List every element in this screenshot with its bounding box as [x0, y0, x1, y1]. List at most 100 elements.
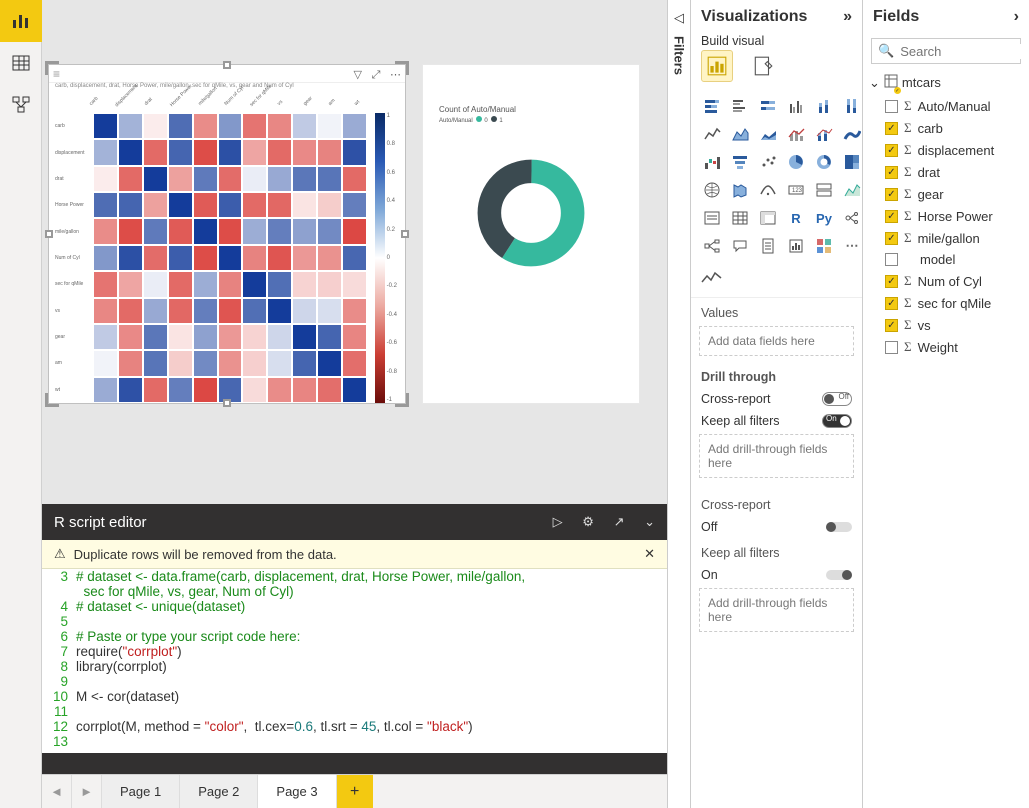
focus-mode-icon[interactable]: ⤢ — [372, 69, 381, 81]
fields-search[interactable]: 🔍 — [871, 38, 1021, 64]
r-code-area[interactable]: 3# dataset <- data.frame(carb, displacem… — [42, 569, 667, 753]
viz-type-table[interactable] — [728, 206, 752, 230]
filter-icon[interactable]: ▽ — [353, 69, 361, 81]
viz-type-funnel[interactable] — [728, 150, 752, 174]
field-checkbox[interactable] — [885, 166, 898, 179]
field-row[interactable]: ΣNum of Cyl — [863, 270, 1029, 292]
values-field-well[interactable]: Add data fields here — [699, 326, 854, 356]
field-row[interactable]: Σgear — [863, 183, 1029, 205]
keep-filters-toggle[interactable] — [822, 414, 852, 428]
page-tab[interactable]: Page 3 — [258, 775, 336, 808]
search-input[interactable] — [900, 44, 1029, 59]
field-row[interactable]: Σdrat — [863, 161, 1029, 183]
cross-report-toggle-2[interactable] — [826, 522, 852, 532]
chevron-down-icon: ⌄ — [869, 75, 880, 91]
table-mtcars[interactable]: ⌄ ✓ mtcars — [863, 70, 1029, 95]
field-row[interactable]: Σdisplacement — [863, 139, 1029, 161]
page-tab[interactable]: Page 1 — [102, 775, 180, 808]
field-checkbox[interactable] — [885, 122, 898, 135]
viz-type-map[interactable] — [700, 178, 724, 202]
model-view[interactable] — [0, 84, 42, 126]
donut-visual[interactable]: Count of Auto/Manual Auto/Manual 0 1 — [422, 64, 640, 404]
viz-type-clustered-column[interactable] — [784, 94, 808, 118]
viz-type-pie[interactable] — [784, 150, 808, 174]
build-visual-tab[interactable] — [701, 50, 733, 82]
field-row[interactable]: ΣWeight — [863, 336, 1029, 358]
field-checkbox[interactable] — [885, 341, 898, 354]
popout-icon[interactable]: ↗ — [614, 514, 625, 529]
close-warning-icon[interactable]: ✕ — [644, 546, 655, 562]
viz-type-area[interactable] — [728, 122, 752, 146]
viz-type-ribbon[interactable] — [840, 122, 864, 146]
field-row[interactable]: Σvs — [863, 314, 1029, 336]
viz-type-more[interactable]: ⋯ — [840, 234, 864, 258]
sparkline-row[interactable] — [691, 268, 862, 298]
viz-type-stacked-column[interactable] — [812, 94, 836, 118]
field-checkbox[interactable] — [885, 144, 898, 157]
viz-type-stacked-area[interactable] — [756, 122, 780, 146]
r-visual-heatmap[interactable]: ≡ ▽ ⤢ ⋯ carb, displacement, drat, Horse … — [48, 64, 406, 404]
viz-type-line-column-stacked[interactable] — [812, 122, 836, 146]
filters-pane-collapsed[interactable]: ◁ Filters — [667, 0, 691, 808]
viz-type-arcgis[interactable] — [756, 178, 780, 202]
report-canvas[interactable]: ≡ ▽ ⤢ ⋯ carb, displacement, drat, Horse … — [42, 0, 667, 504]
field-checkbox[interactable] — [885, 232, 898, 245]
field-row[interactable]: ΣHorse Power — [863, 205, 1029, 227]
script-options-icon[interactable]: ⚙ — [582, 514, 594, 529]
collapse-fields-icon[interactable]: › — [1014, 8, 1019, 26]
field-checkbox[interactable] — [885, 319, 898, 332]
cross-report-label-2: Cross-report — [691, 490, 862, 516]
add-page-button[interactable]: + — [337, 775, 373, 808]
viz-type-pbiviz[interactable] — [784, 234, 808, 258]
viz-type-py-visual[interactable]: Py — [812, 206, 836, 230]
viz-type-key-influencer[interactable] — [840, 206, 864, 230]
field-checkbox[interactable] — [885, 297, 898, 310]
field-row[interactable]: Σsec for qMile — [863, 292, 1029, 314]
report-view[interactable] — [0, 0, 42, 42]
field-checkbox[interactable] — [885, 275, 898, 288]
viz-type-r-visual[interactable]: R — [784, 206, 808, 230]
page-tab[interactable]: Page 2 — [180, 775, 258, 808]
viz-type-donut[interactable] — [812, 150, 836, 174]
field-checkbox[interactable] — [885, 210, 898, 223]
keep-filters-toggle-2[interactable] — [826, 570, 852, 580]
viz-type-filled-map[interactable] — [728, 178, 752, 202]
tab-prev[interactable]: ◄ — [42, 775, 72, 808]
field-row[interactable]: Σmile/gallon — [863, 227, 1029, 249]
viz-type-waterfall[interactable] — [700, 150, 724, 174]
viz-type-stacked-column-100[interactable] — [840, 94, 864, 118]
viz-type-line[interactable] — [700, 122, 724, 146]
field-row[interactable]: Σcarb — [863, 117, 1029, 139]
viz-type-matrix[interactable] — [756, 206, 780, 230]
viz-type-paginated[interactable] — [756, 234, 780, 258]
collapse-icon[interactable]: ⌄ — [644, 514, 655, 529]
format-visual-tab[interactable] — [747, 50, 779, 82]
field-checkbox[interactable] — [885, 253, 898, 266]
viz-type-treemap[interactable] — [840, 150, 864, 174]
field-name: displacement — [918, 143, 995, 158]
drill-field-well-2[interactable]: Add drill-through fields here — [699, 588, 854, 632]
viz-type-app-source[interactable] — [812, 234, 836, 258]
viz-type-slicer[interactable] — [700, 206, 724, 230]
viz-type-stacked-bar-100[interactable] — [756, 94, 780, 118]
viz-type-multi-card[interactable] — [812, 178, 836, 202]
field-checkbox[interactable] — [885, 100, 898, 113]
collapse-viz-icon[interactable]: » — [843, 8, 852, 26]
viz-type-scatter[interactable] — [756, 150, 780, 174]
viz-type-clustered-bar[interactable] — [728, 94, 752, 118]
viz-type-card[interactable]: 123 — [784, 178, 808, 202]
run-script-icon[interactable]: ▷ — [553, 514, 563, 529]
field-row[interactable]: model — [863, 249, 1029, 270]
tab-next[interactable]: ► — [72, 775, 102, 808]
data-view[interactable] — [0, 42, 42, 84]
field-row[interactable]: ΣAuto/Manual — [863, 95, 1029, 117]
viz-type-qna[interactable] — [728, 234, 752, 258]
field-checkbox[interactable] — [885, 188, 898, 201]
cross-report-toggle[interactable] — [822, 392, 852, 406]
viz-type-stacked-bar[interactable] — [700, 94, 724, 118]
viz-type-decomp[interactable] — [700, 234, 724, 258]
viz-type-line-column[interactable] — [784, 122, 808, 146]
viz-type-kpi[interactable] — [840, 178, 864, 202]
drill-field-well[interactable]: Add drill-through fields here — [699, 434, 854, 478]
expand-filters-icon[interactable]: ◁ — [674, 10, 684, 26]
